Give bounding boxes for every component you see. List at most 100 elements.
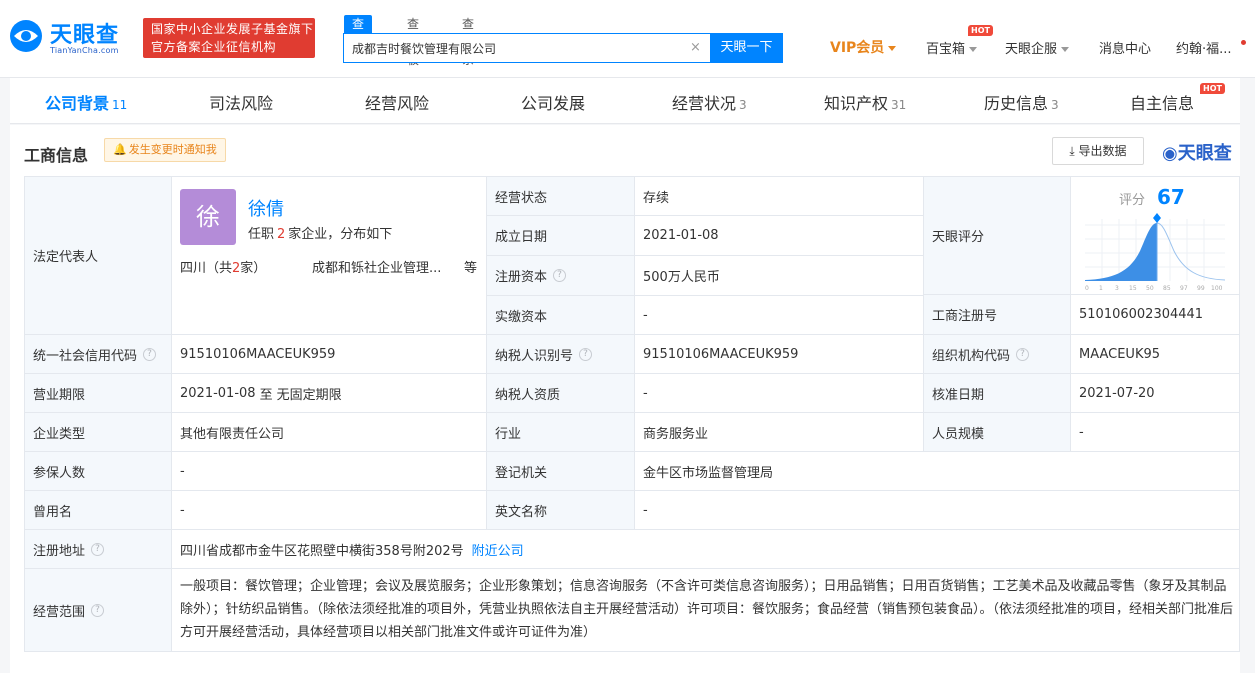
type-value: 其他有限责任公司 (172, 413, 487, 452)
tab-judicial-risk[interactable]: 司法风险 (209, 90, 273, 114)
legal-rep-region: 四川（共2家） (180, 257, 266, 276)
term-start: 2021-01-08 (180, 385, 256, 401)
top-header: 天眼查 TianYanCha.com 国家中小企业发展子基金旗下 官方备案企业征… (0, 0, 1255, 78)
reg-capital-label: 注册资本? (487, 256, 635, 296)
search-tab-boss[interactable]: 查老板 (407, 15, 419, 67)
help-icon[interactable]: ? (579, 347, 593, 361)
tianyancha-logo[interactable]: 天眼查 TianYanCha.com (8, 16, 136, 60)
legal-rep-company[interactable]: 成都和铄社企业管理... (312, 257, 441, 276)
search-input[interactable] (344, 34, 710, 62)
tab-label: 司法风险 (209, 94, 274, 113)
tax-qual-value: - (635, 374, 924, 413)
taxpayer-id-label-text: 纳税人识别号 (495, 348, 574, 364)
tab-history[interactable]: 历史信息 3 (984, 90, 1059, 114)
vip-label: VIP会员 (830, 40, 885, 56)
messages-link[interactable]: 消息中心 (1099, 38, 1151, 57)
term-label: 营业期限 (25, 374, 172, 413)
score-axis-tick: 3 (1115, 285, 1119, 292)
score-axis-tick: 97 (1180, 285, 1188, 292)
chevron-down-icon (888, 45, 897, 51)
desc-prefix: 任职 (248, 227, 275, 242)
address-text: 四川省成都市金牛区花照壁中横街358号附202号 (180, 543, 464, 559)
treasure-menu[interactable]: 百宝箱 (926, 38, 978, 57)
legal-rep-name[interactable]: 徐倩 (248, 195, 284, 221)
address-value: 四川省成都市金牛区花照壁中横街358号附202号 附近公司 (172, 530, 1239, 569)
help-icon[interactable]: ? (91, 542, 105, 556)
business-info-table: 法定代表人 徐 徐倩 任职 2 家企业，分布如下 四川（共2家） 成都和铄社企业管理… (24, 176, 1240, 652)
gov-badge-line2: 官方备案企业征信机构 (151, 40, 277, 54)
help-icon[interactable]: ? (553, 269, 567, 282)
legal-rep-label: 法定代表人 (25, 177, 172, 335)
gov-badge: 国家中小企业发展子基金旗下 官方备案企业征信机构 (143, 18, 315, 58)
eye-logo-icon (10, 20, 42, 52)
watermark-text: 天眼查 (1177, 143, 1232, 164)
industry-label: 行业 (487, 413, 635, 452)
term-value: 2021-01-08 至无固定期限 (172, 374, 487, 413)
brand-domain: TianYanCha.com (50, 46, 119, 55)
term-to: 至 (259, 387, 273, 403)
avatar[interactable]: 徐 (180, 189, 236, 245)
nearby-companies-link[interactable]: 附近公司 (472, 540, 524, 559)
clear-icon[interactable]: × (690, 40, 701, 55)
notify-change-button[interactable]: 🔔 发生变更时通知我 (104, 138, 226, 162)
eye-logo-icon: ◉ (1162, 143, 1178, 164)
region-prefix: 四川（共 (180, 261, 233, 276)
tab-operating-status[interactable]: 经营状况 3 (672, 90, 747, 114)
desc-count: 2 (277, 227, 286, 242)
credit-code-label-text: 统一社会信用代码 (33, 348, 138, 364)
brand-name: 天眼查 (50, 23, 120, 48)
tab-company-background[interactable]: 公司背景 11 (45, 90, 127, 114)
reg-capital-value: 500万人民币 (635, 256, 924, 296)
score-label: 天眼评分 (924, 177, 1071, 295)
status-label: 经营状态 (487, 177, 635, 216)
help-icon[interactable]: ? (143, 347, 157, 361)
tab-label: 自主信息 (1130, 94, 1195, 113)
staff-value: - (1071, 413, 1239, 452)
search-box: × 天眼一下 (343, 33, 783, 63)
scope-label: 经营范围? (25, 569, 172, 651)
status-value: 存续 (635, 177, 924, 216)
tab-intellectual-property[interactable]: 知识产权 31 (824, 90, 906, 114)
tab-label: 公司发展 (521, 94, 586, 113)
export-data-button[interactable]: ⤓ 导出数据 (1052, 137, 1144, 165)
founded-label: 成立日期 (487, 216, 635, 256)
score-axis-tick: 100 (1211, 285, 1223, 292)
score-title: 评分 (1119, 193, 1146, 208)
download-icon: ⤓ (1069, 144, 1079, 158)
score-axis-tick: 85 (1163, 285, 1171, 292)
help-icon[interactable]: ? (1016, 347, 1030, 361)
scope-value: 一般项目：餐饮管理；企业管理；会议及展览服务；企业形象策划；信息咨询服务（不含许… (180, 579, 1234, 640)
tab-operating-risk[interactable]: 经营风险 (365, 90, 429, 114)
tianyan-score-cell[interactable]: 评分 67 0 1 3 15 50 85 97 99 100 (1071, 177, 1239, 295)
treasure-label: 百宝箱 (926, 42, 966, 57)
english-name-label: 英文名称 (487, 491, 635, 530)
reg-no-label: 工商注册号 (924, 295, 1071, 335)
brand-watermark: ◉天眼查 (1162, 139, 1232, 165)
score-value: 67 (1157, 185, 1185, 209)
score-axis-tick: 0 (1085, 285, 1089, 292)
tax-qual-label: 纳税人资质 (487, 374, 635, 413)
score-axis-tick: 99 (1197, 285, 1205, 292)
enterprise-menu[interactable]: 天眼企服 (1005, 38, 1070, 57)
tab-label: 历史信息 (984, 94, 1049, 113)
panel-title: 工商信息 (24, 146, 89, 165)
paid-capital-value: - (635, 296, 924, 335)
vip-menu[interactable]: VIP会员 (830, 37, 897, 57)
tab-self-info[interactable]: 自主信息 (1130, 90, 1194, 114)
user-menu[interactable]: 约翰·福... (1176, 38, 1232, 57)
bell-icon: 🔔 (113, 143, 127, 156)
search-tab-relation[interactable]: 查关系 (462, 15, 474, 67)
type-label: 企业类型 (25, 413, 172, 452)
enterprise-label: 天眼企服 (1005, 42, 1058, 57)
tab-count: 3 (1051, 98, 1059, 112)
credit-code-value: 91510106MAACEUK959 (172, 335, 487, 374)
search-tab-company[interactable]: 查公司 (344, 15, 373, 67)
credit-code-label: 统一社会信用代码? (25, 335, 172, 374)
hot-badge: HOT (968, 25, 993, 36)
search-button[interactable]: 天眼一下 (710, 33, 783, 63)
score-axis-tick: 15 (1129, 285, 1137, 292)
help-icon[interactable]: ? (91, 603, 105, 617)
tab-company-development[interactable]: 公司发展 (521, 90, 585, 114)
score-axis-tick: 50 (1146, 285, 1154, 292)
chevron-down-icon (969, 47, 978, 52)
